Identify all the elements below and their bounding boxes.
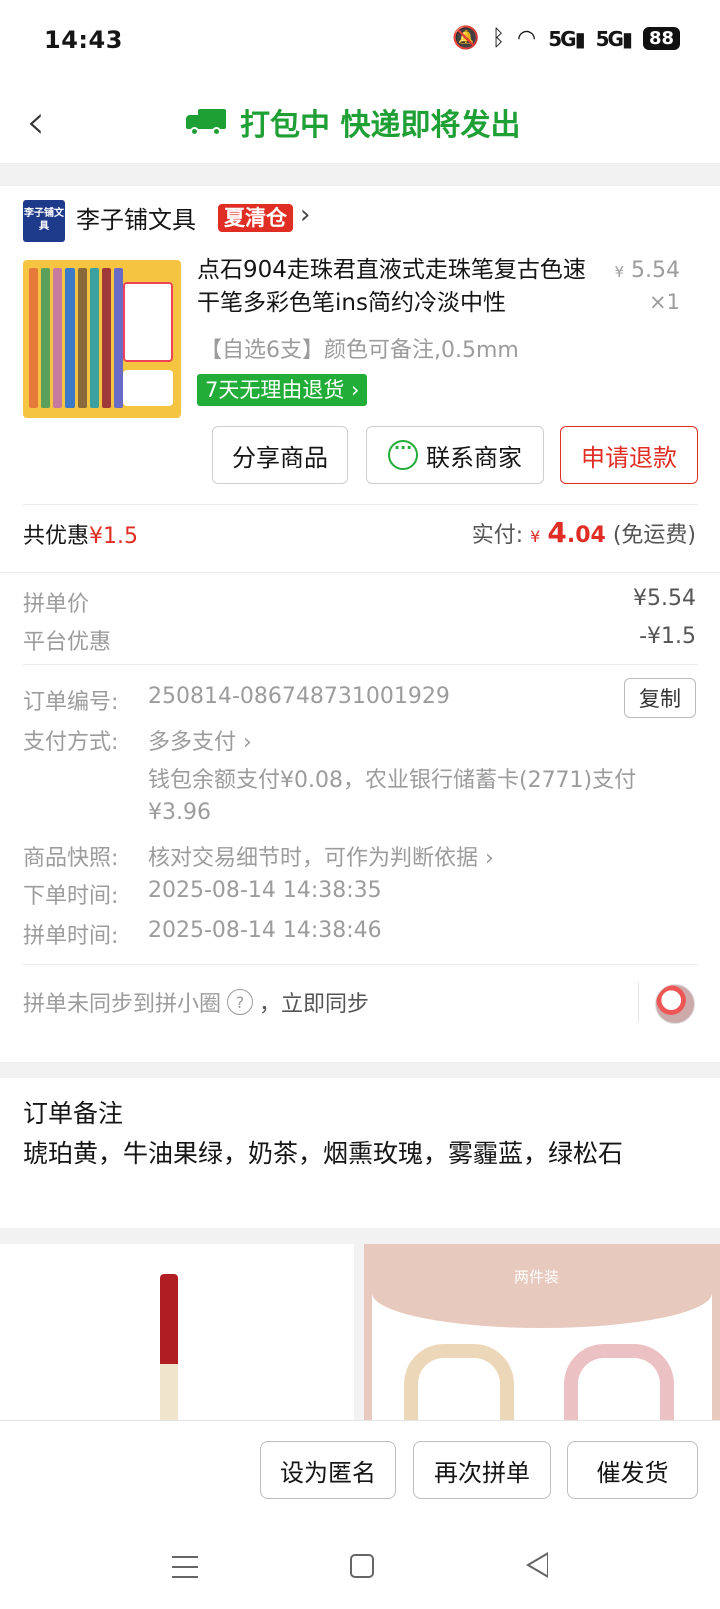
platform-discount-value: -¥1.5 [639,624,696,649]
total-discount: 共优惠¥1.5 [23,524,138,549]
sync-prompt[interactable]: 拼单未同步到拼小圈 ? ，立即同步 [23,986,369,1018]
shop-name[interactable]: 李子铺文具 [76,200,196,235]
order-time: 2025-08-14 14:38:35 [148,878,382,903]
avatar[interactable] [655,984,695,1024]
set-anonymous-button[interactable]: 设为匿名 [260,1441,396,1499]
shop-tag: 夏清仓 [218,204,293,232]
group-price-value: ¥5.54 [633,586,696,611]
share-product-button[interactable]: 分享商品 [212,426,348,484]
product-image[interactable] [23,260,181,418]
product-image [404,1344,514,1424]
group-price-label: 拼单价 [23,592,90,617]
divider [23,964,698,965]
recommend-item[interactable]: 两件装 [364,1244,720,1424]
platform-discount-label: 平台优惠 [23,630,112,655]
urge-shipping-button[interactable]: 催发货 [567,1441,698,1499]
remark-title: 订单备注 [23,1099,124,1128]
divider [23,504,698,505]
contact-seller-button[interactable]: 联系商家 [366,426,544,484]
order-number-label: 订单编号: [23,690,119,715]
payment-method[interactable]: 多多支付 › [148,724,252,756]
battery-icon: 88 [642,27,680,50]
return-policy-tag[interactable]: 7天无理由退货 › [197,374,368,406]
system-nav-bar [0,1532,720,1609]
product-title[interactable]: 点石904走珠君直液式走珠笔复古色速干笔多彩色笔ins简约冷淡中性 [197,254,607,320]
product-quantity: ×1 [649,290,680,314]
signal-icon-2: 5G▮ [595,26,633,51]
signal-icon: 5G▮ [548,26,585,51]
order-status-title: 打包中 快递即将发出 [186,100,520,144]
page-header: ‹ 打包中 快递即将发出 [0,84,720,164]
pen-product-image [160,1274,178,1424]
divider [23,664,698,665]
order-time-label: 下单时间: [23,884,119,909]
status-icons: 🔕 ᛒ ◠ 5G▮ 5G▮ 88 [452,26,680,51]
payment-method-label: 支付方式: [23,730,119,755]
amount-paid: 实付: ¥ 4.04 (免运费) [471,516,696,549]
status-text: 打包中 快递即将发出 [240,108,521,143]
regroup-button[interactable]: 再次拼单 [413,1441,551,1499]
status-bar: 14:43 🔕 ᛒ ◠ 5G▮ 5G▮ 88 [0,0,720,84]
status-time: 14:43 [44,26,123,54]
mute-icon: 🔕 [452,26,480,51]
order-number: 250814-086748731001929 [148,684,450,709]
product-spec: 【自选6支】颜色可备注,0.5mm [200,338,519,363]
order-card: 李子铺文具 李子铺文具 夏清仓 › 点石904走珠君直液式走珠笔复古色速干笔多彩… [0,186,720,1062]
delivery-truck-icon [186,107,226,137]
chevron-right-icon[interactable]: › [300,200,310,230]
help-icon[interactable]: ? [227,989,254,1015]
product-snapshot-link[interactable]: 核对交易细节时，可作为判断依据 › [148,840,494,872]
remark-text: 琥珀黄，牛油果绿，奶茶，烟熏玫瑰，雾霾蓝，绿松石 [23,1139,624,1168]
payment-detail: 钱包余额支付¥0.08，农业银行储蓄卡(2771)支付 [148,768,637,793]
bluetooth-icon: ᛒ [491,26,506,51]
group-time: 2025-08-14 14:38:46 [148,918,382,943]
shop-logo[interactable]: 李子铺文具 [23,200,65,242]
back-icon[interactable] [526,1552,548,1578]
recommend-item[interactable] [0,1244,354,1424]
request-refund-button[interactable]: 申请退款 [560,426,698,484]
divider [0,572,720,573]
chat-icon [388,438,418,470]
snapshot-label: 商品快照: [23,846,119,871]
copy-button[interactable]: 复制 [624,678,696,718]
bottom-action-bar: 设为匿名 再次拼单 催发货 [0,1420,720,1532]
group-time-label: 拼单时间: [23,924,119,949]
wifi-icon: ◠ [517,26,537,51]
menu-icon[interactable] [172,1556,198,1578]
product-image [564,1344,674,1424]
payment-detail-2: ¥3.96 [148,800,211,825]
back-arrow-icon[interactable]: ‹ [26,98,45,146]
order-remark-card: 订单备注 琥珀黄，牛油果绿，奶茶，烟熏玫瑰，雾霾蓝，绿松石 [0,1078,720,1228]
sync-now-link[interactable]: ，立即同步 [259,986,369,1018]
home-icon[interactable] [350,1554,374,1578]
product-price: ¥ 5.54 [614,258,680,283]
recommend-label: 两件装 [514,1268,560,1286]
divider [638,982,639,1022]
